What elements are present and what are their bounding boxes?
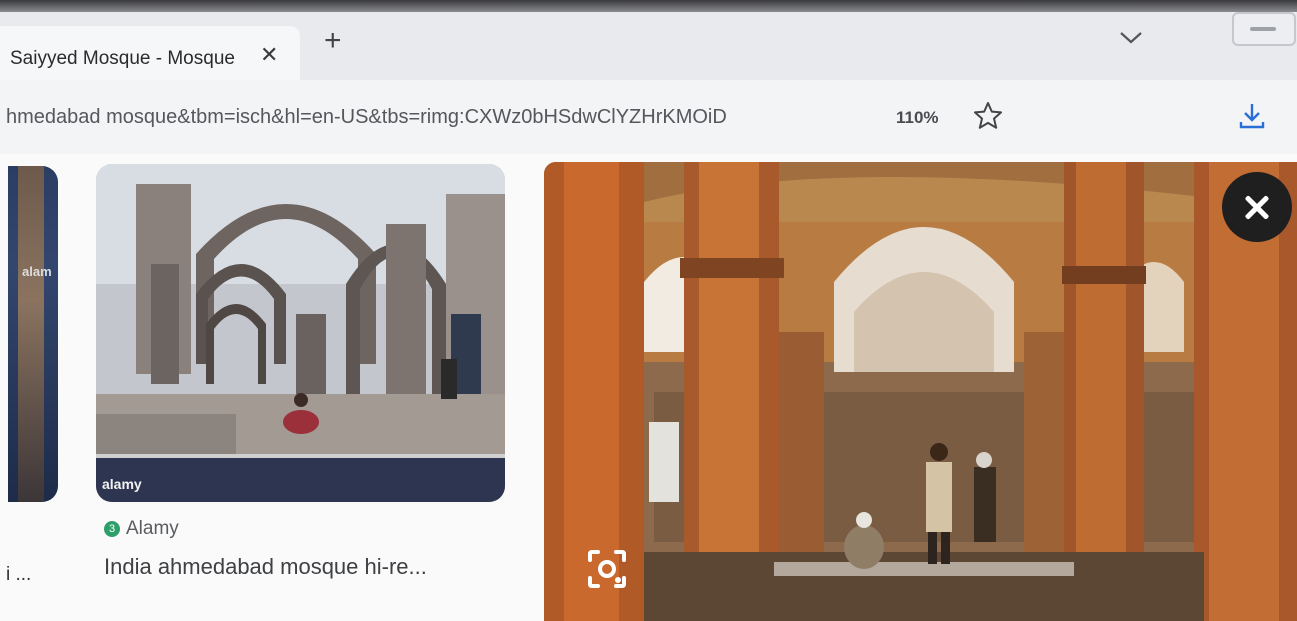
star-icon[interactable]	[972, 100, 1004, 137]
tab-close-icon[interactable]: ✕	[260, 42, 278, 68]
mosque-ruins-illustration	[96, 164, 505, 502]
thumbnail-column-graphic	[18, 166, 44, 502]
thumbnail-watermark: alamy	[102, 476, 142, 492]
active-tab[interactable]: Saiyyed Mosque - Mosque ✕	[0, 26, 300, 80]
monitor-bezel	[0, 0, 1297, 12]
address-bar: hmedabad mosque&tbm=isch&hl=en-US&tbs=ri…	[0, 80, 1297, 154]
previous-result-caption[interactable]: i ...	[6, 564, 31, 586]
image-results-area: alam i ... alamy 3 Alamy India ahmedabad…	[0, 154, 1297, 621]
tab-title: Saiyyed Mosque - Mosque	[10, 48, 235, 69]
zoom-level[interactable]: 110%	[896, 108, 939, 128]
lens-icon[interactable]	[578, 540, 636, 598]
thumbnail-watermark: alam	[22, 264, 52, 279]
result-title-link[interactable]: India ahmedabad mosque hi-re...	[104, 554, 427, 580]
new-tab-icon[interactable]: +	[324, 24, 342, 58]
result-thumbnail[interactable]: alamy	[96, 164, 505, 502]
previous-result-thumbnail[interactable]: alam	[8, 166, 58, 502]
mosque-interior-illustration	[544, 162, 1297, 621]
image-preview-panel[interactable]	[544, 162, 1297, 621]
result-source[interactable]: 3 Alamy	[104, 518, 179, 540]
url-field[interactable]: hmedabad mosque&tbm=isch&hl=en-US&tbs=ri…	[6, 106, 862, 129]
source-badge: 3	[104, 521, 120, 537]
source-name: Alamy	[126, 518, 179, 539]
close-preview-button[interactable]	[1222, 172, 1292, 242]
chevron-down-icon[interactable]	[1118, 30, 1144, 51]
minimize-window-button[interactable]	[1232, 12, 1296, 46]
download-icon[interactable]	[1236, 100, 1268, 137]
tab-strip: Saiyyed Mosque - Mosque ✕ +	[0, 12, 1297, 80]
